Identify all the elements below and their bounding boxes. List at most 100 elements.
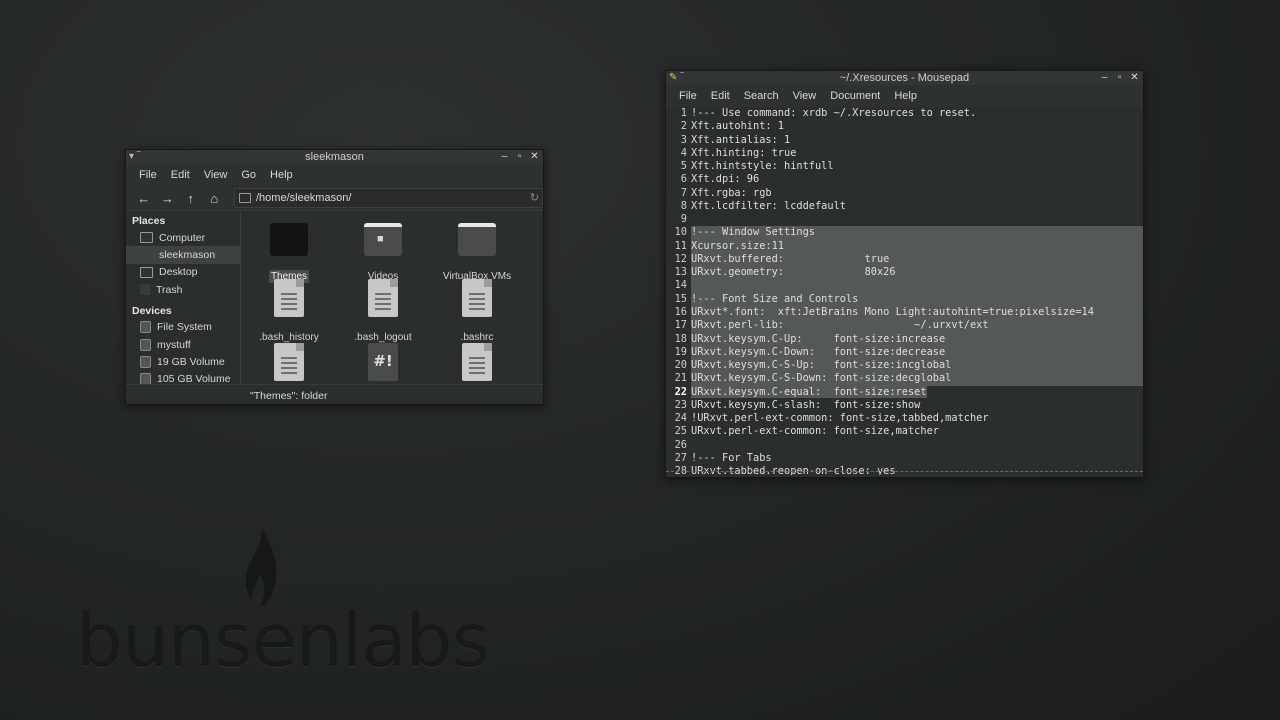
forward-arrow-icon[interactable]: → (158, 188, 178, 208)
text-file-icon (462, 279, 492, 317)
line-number: 22 (674, 385, 687, 398)
line-number: 18 (674, 332, 687, 345)
location-bar[interactable]: /home/sleekmason/ ↻ (234, 188, 544, 208)
file-item[interactable]: Themes (242, 217, 336, 283)
up-arrow-icon[interactable]: ↑ (181, 188, 201, 208)
file-item[interactable]: ■ Videos (336, 217, 430, 283)
back-arrow-icon[interactable]: ← (134, 188, 154, 208)
sidebar-item-mystuff[interactable]: mystuff (126, 336, 240, 353)
shade-icon[interactable]: ‾ (137, 151, 140, 162)
menu-help[interactable]: Help (263, 169, 300, 181)
sidebar-item-sleekmason[interactable]: sleekmason (126, 246, 240, 264)
line-text: Xft.rgba: rgb (691, 186, 772, 199)
line-number: 5 (680, 160, 687, 173)
text-file-icon (274, 279, 304, 317)
file-item[interactable]: VirtualBox VMs (430, 217, 524, 283)
sidebar-item-label: 105 GB Volume (157, 373, 231, 384)
video-folder-icon: ■ (364, 223, 402, 256)
editor-line: 20 URxvt.keysym.C-S-Up: font-size:incglob… (666, 359, 1143, 373)
editor-line: 8 Xft.lcdfilter: lcddefault (666, 200, 1143, 213)
window-menu-icon[interactable]: ▾ (129, 151, 134, 162)
menu-document[interactable]: Document (823, 90, 887, 102)
file-item[interactable] (242, 343, 336, 384)
menu-view[interactable]: View (786, 90, 824, 102)
sidebar-item-file-system[interactable]: File System (126, 319, 240, 336)
sidebar-item-desktop[interactable]: Desktop (126, 264, 240, 281)
line-text: Xft.hinting: true (691, 146, 797, 159)
line-text: URxvt.keysym.C-Down: font-size:decrease (691, 345, 1143, 360)
line-number: 8 (680, 199, 687, 212)
file-item[interactable]: .bashrc (430, 279, 524, 344)
shade-icon[interactable]: ‾ (680, 72, 683, 83)
file-item[interactable]: .bash_logout (336, 279, 430, 344)
file-item[interactable]: #! (336, 343, 430, 384)
mousepad-app-icon[interactable]: ✎ (669, 72, 677, 83)
sidebar-item-19-gb-volume[interactable]: 19 GB Volume (126, 353, 240, 370)
desktop-icon (140, 266, 153, 278)
menu-edit[interactable]: Edit (164, 169, 197, 181)
editor-line: 12 URxvt.buffered: true (666, 252, 1143, 267)
line-text: !--- Window Settings (691, 226, 1143, 240)
side-pane: Places Computer sleekmason Desktop Trash De… (126, 211, 240, 384)
line-number: 26 (674, 438, 687, 451)
line-text: URxvt.perl-ext-common: font-size,matcher (691, 425, 939, 438)
menu-go[interactable]: Go (234, 169, 263, 181)
text-file-icon (274, 343, 304, 381)
mousepad-titlebar[interactable]: ✎ ‾ ~/.Xresources - Mousepad ‒ ▫ ✕ (666, 71, 1143, 85)
file-item[interactable] (430, 343, 524, 384)
line-number: 19 (674, 345, 687, 358)
line-text: Xft.antialias: 1 (691, 133, 791, 146)
menu-view[interactable]: View (197, 169, 235, 181)
file-icon-view[interactable]: Themes ■ Videos VirtualBox VMs .bash_history… (240, 211, 543, 384)
bunsenlabs-logo-text: bunsenlabs (76, 598, 490, 684)
menu-help[interactable]: Help (887, 90, 924, 102)
editor-bottom-border (666, 471, 1143, 475)
mousepad-window: ✎ ‾ ~/.Xresources - Mousepad ‒ ▫ ✕ File E… (665, 70, 1144, 478)
menu-edit[interactable]: Edit (704, 90, 737, 102)
sidebar-item-trash[interactable]: Trash (126, 281, 240, 298)
editor-line: 17 URxvt.perl-lib: ~/.urxvt/ext (666, 319, 1143, 333)
file-manager-titlebar[interactable]: ▾ ‾ sleekmason ‒ ▫ ✕ (126, 150, 543, 164)
sidebar-item-label: Trash (156, 283, 183, 296)
line-text: !URxvt.perl-ext-common: font-size,tabbed… (691, 412, 989, 425)
home-icon[interactable]: ⌂ (205, 188, 225, 208)
line-text: URxvt.buffered: true (691, 252, 1143, 267)
line-number: 20 (674, 359, 687, 372)
home-icon (140, 250, 153, 261)
line-number: 21 (674, 372, 687, 385)
line-text: !--- Use command: xrdb ~/.Xresources to … (691, 107, 977, 119)
trash-icon (140, 284, 150, 296)
editor-line: 10 !--- Window Settings (666, 226, 1143, 240)
devices-header: Devices (132, 304, 172, 317)
file-item[interactable]: .bash_history (242, 279, 336, 344)
minimize-button[interactable]: ‒ (500, 150, 509, 162)
line-text: URxvt.keysym.C-S-Down: font-size:decglob… (691, 372, 1143, 386)
sidebar-item-label: sleekmason (159, 249, 216, 262)
line-number: 27 (674, 451, 687, 464)
close-button[interactable]: ✕ (530, 150, 539, 162)
editor-line: 24 !URxvt.perl-ext-common: font-size,tabb… (666, 412, 1143, 425)
line-text: URxvt.keysym.C-S-Up: font-size:incglobal (691, 359, 1143, 373)
maximize-button[interactable]: ▫ (1115, 71, 1124, 83)
file-manager-toolbar: ← → ↑ ⌂ /home/sleekmason/ ↻ (126, 186, 544, 210)
editor-line: 1 !--- Use command: xrdb ~/.Xresources to… (666, 107, 1143, 120)
text-editor-area[interactable]: 1 !--- Use command: xrdb ~/.Xresources to… (666, 107, 1143, 475)
sidebar-item-105-gb-volume[interactable]: 105 GB Volume (126, 371, 240, 384)
line-number: 4 (680, 146, 687, 159)
minimize-button[interactable]: ‒ (1100, 71, 1109, 83)
drive-icon (140, 338, 151, 351)
maximize-button[interactable]: ▫ (515, 150, 524, 162)
menu-search[interactable]: Search (737, 90, 786, 102)
folder-icon (458, 223, 496, 256)
line-text: URxvt.keysym.C-slash: font-size:show (691, 398, 921, 411)
menu-file[interactable]: File (132, 169, 164, 181)
line-number: 10 (674, 226, 687, 239)
file-manager-window: ▾ ‾ sleekmason ‒ ▫ ✕ File Edit View Go Help … (125, 149, 544, 405)
close-button[interactable]: ✕ (1130, 71, 1139, 83)
refresh-icon[interactable]: ↻ (530, 191, 539, 204)
line-number: 13 (674, 266, 687, 279)
line-text: URxvt.keysym.C-Up: font-size:increase (691, 332, 1143, 346)
sidebar-item-computer[interactable]: Computer (126, 229, 240, 246)
window-title: ~/.Xresources - Mousepad (839, 72, 970, 84)
menu-file[interactable]: File (672, 90, 704, 102)
